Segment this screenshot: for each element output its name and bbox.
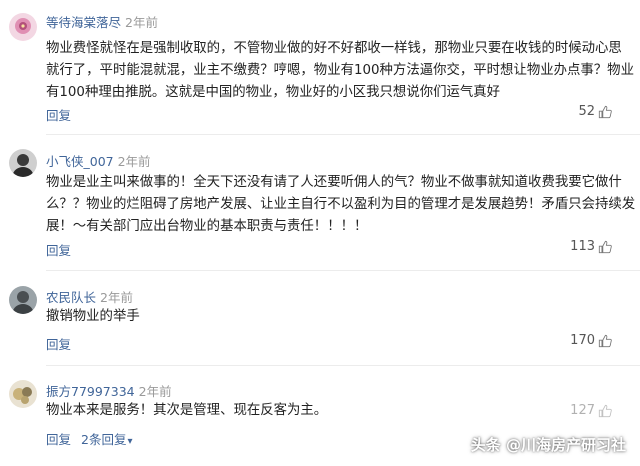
comment-line: 撤销物业的举手 xyxy=(46,309,140,324)
avatar[interactable] xyxy=(9,380,37,408)
divider xyxy=(46,270,640,271)
comment-text: 物业是业主叫来做事的！全天下还没有请了人还要听佣人的气？物业不做事就知道收费我要… xyxy=(46,172,636,238)
comment-line: 就行了，平时能混就混，业主不缴费？哼嗯，物业有100种方法逼你交，平时想让物业办… xyxy=(46,63,634,78)
timestamp: 2年前 xyxy=(138,384,172,399)
watermark-text: 头条 @川海房产研习社 xyxy=(470,435,626,454)
like-count: 52 xyxy=(578,104,595,119)
reply-button[interactable]: 回复 xyxy=(46,432,71,447)
timestamp: 2年前 xyxy=(100,290,133,305)
comment-text: 物业本来是服务！其次是管理、现在反客为主。 xyxy=(46,400,626,422)
comment-meta: 等待海棠落尽 2年前 xyxy=(46,12,158,31)
comment-text: 物业费怪就怪在是强制收取的，不管物业做的好不好都收一样钱，那物业只要在收钱的时候… xyxy=(46,38,634,104)
avatar-person-icon xyxy=(9,286,37,314)
timestamp: 2年前 xyxy=(117,154,151,169)
username[interactable]: 等待海棠落尽 xyxy=(46,15,121,30)
divider xyxy=(46,365,640,366)
comment-line: 有100种理由推脱。这就是中国的物业，物业好的小区我只想说你们运气真好 xyxy=(46,85,501,100)
view-replies-link[interactable]: 2条回复▾ xyxy=(81,432,132,447)
timestamp: 2年前 xyxy=(125,15,158,30)
thumbs-up-icon xyxy=(598,240,612,253)
reply-button[interactable]: 回复 xyxy=(46,240,71,259)
username[interactable]: 振方77997334 xyxy=(46,384,135,399)
avatar-person-icon xyxy=(9,149,37,177)
like-count: 127 xyxy=(570,403,595,418)
like-button[interactable]: 170 xyxy=(570,333,612,348)
like-button[interactable]: 113 xyxy=(570,239,612,254)
comment-line: 物业费怪就怪在是强制收取的，不管物业做的好不好都收一样钱，那物业只要在收钱的时候… xyxy=(46,41,622,56)
divider xyxy=(46,134,640,135)
avatar-flower-icon xyxy=(9,13,37,41)
avatar-photo-icon xyxy=(9,380,37,408)
username[interactable]: 小飞侠_007 xyxy=(46,154,114,169)
chevron-down-icon: ▾ xyxy=(127,436,133,447)
username[interactable]: 农民队长 xyxy=(46,290,96,305)
comment-line: 物业本来是服务！其次是管理、现在反客为主。 xyxy=(46,403,328,418)
like-count: 113 xyxy=(570,239,595,254)
reply-actions: 回复 2条回复▾ xyxy=(46,429,133,448)
like-count: 170 xyxy=(570,333,595,348)
avatar[interactable] xyxy=(9,149,37,177)
thumbs-up-icon xyxy=(598,404,612,417)
avatar[interactable] xyxy=(9,13,37,41)
comment-line: 么？？物业的烂阻碍了房地产发展、让业主自行不以盈利为目的管理才是发展趋势！矛盾只… xyxy=(46,197,636,212)
reply-button[interactable]: 回复 xyxy=(46,105,71,124)
avatar[interactable] xyxy=(9,286,37,314)
thumbs-up-icon xyxy=(598,105,612,118)
reply-count: 2条回复 xyxy=(81,432,127,447)
thumbs-up-icon xyxy=(598,334,612,347)
reply-button[interactable]: 回复 xyxy=(46,334,71,353)
watermark: 头条 @川海房产研习社 xyxy=(471,430,626,458)
comment-meta: 农民队长 2年前 xyxy=(46,287,133,306)
comment-line: 物业是业主叫来做事的！全天下还没有请了人还要听佣人的气？物业不做事就知道收费我要… xyxy=(46,175,622,190)
like-button[interactable]: 127 xyxy=(570,403,612,418)
comment-text: 撤销物业的举手 xyxy=(46,306,626,328)
comment-meta: 小飞侠_007 2年前 xyxy=(46,151,151,170)
like-button[interactable]: 52 xyxy=(578,104,612,119)
comment-meta: 振方77997334 2年前 xyxy=(46,381,172,400)
comment-line: 展！～有关部门应出台物业的基本职责与责任！！！！ xyxy=(46,219,368,234)
